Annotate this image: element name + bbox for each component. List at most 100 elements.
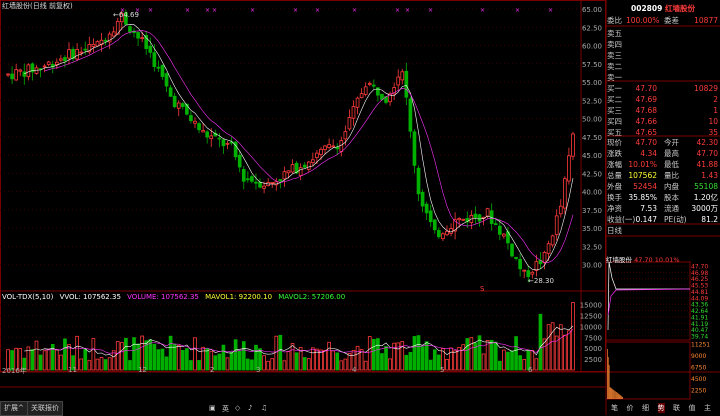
sell-level-row: 卖四: [607, 40, 622, 49]
volume-bar: [282, 360, 287, 371]
volume-bar: [115, 341, 120, 371]
candle: [461, 218, 466, 221]
candle: [546, 240, 551, 261]
volume-bar: [408, 351, 413, 371]
candle: [571, 131, 575, 161]
volume-bar: [193, 337, 197, 371]
volume-bar: [168, 335, 173, 371]
candle: [473, 206, 478, 224]
volume-bar: [241, 341, 246, 371]
candle: [522, 269, 527, 279]
volume-bar: [38, 354, 43, 371]
candle: [258, 178, 262, 189]
candle: [335, 143, 340, 156]
volume-bar: [510, 350, 514, 371]
candle: [274, 177, 279, 191]
signal-marker: ×: [428, 7, 433, 14]
candle: [168, 85, 173, 97]
candle: [233, 141, 238, 161]
candle: [363, 82, 368, 97]
volume-bar: [311, 347, 315, 371]
quote-stat-row: 换手 35.85% 股本 1.20亿: [607, 193, 718, 202]
toolbar-icon[interactable]: ♫: [261, 404, 267, 412]
event-marker: S: [480, 285, 485, 293]
volume-bar: [197, 360, 201, 371]
related-quote-tab[interactable]: 关联报价: [27, 401, 63, 416]
volume-bar: [262, 355, 266, 371]
volume-bar: [571, 302, 575, 371]
candle: [432, 218, 437, 234]
toolbar-icon[interactable]: 英: [222, 404, 229, 414]
candle: [339, 136, 344, 157]
candle: [404, 62, 409, 105]
candle: [67, 42, 71, 65]
signal-marker: ×: [293, 7, 298, 14]
volume-bar: [388, 358, 392, 371]
mini-tab[interactable]: 细: [642, 403, 649, 413]
volume-bar: [250, 359, 254, 371]
volume-axis-label: 5000: [584, 345, 602, 353]
mini-tab[interactable]: 值: [689, 403, 696, 413]
candle: [351, 100, 356, 126]
volume-bar: [237, 350, 242, 371]
volume-bar: [185, 348, 189, 371]
candle: [160, 64, 165, 80]
toolbar-icon[interactable]: ♪: [248, 404, 252, 412]
volume-bar: [306, 358, 311, 371]
volume-bar: [30, 349, 35, 371]
candle: [416, 165, 421, 202]
month-label: 12: [138, 366, 147, 374]
candle: [558, 199, 563, 218]
candle: [144, 31, 149, 55]
expand-tab[interactable]: 扩展^: [0, 401, 28, 416]
candle: [132, 27, 136, 38]
volume-bar: [205, 348, 210, 371]
volume-bar: [563, 334, 567, 371]
volume-bar: [485, 340, 490, 371]
signal-marker: ×: [405, 7, 410, 14]
candle: [449, 223, 453, 237]
candle: [563, 176, 567, 215]
candle: [205, 129, 210, 144]
volume-bar: [481, 353, 486, 371]
mini-tab[interactable]: 主: [704, 403, 711, 413]
candle: [327, 138, 331, 150]
volume-bar: [493, 341, 498, 371]
volume-bar: [103, 359, 108, 371]
candle: [254, 173, 258, 190]
mini-tab[interactable]: 势: [657, 403, 665, 413]
candle: [290, 159, 295, 174]
daily-line-label[interactable]: 日线: [606, 225, 720, 236]
volume-bar: [550, 322, 555, 371]
candlesticks: ←64.69←28.30S× × × × × × × × × × × × × × × ×: [6, 7, 575, 293]
volume-axis-label: 12500: [580, 313, 602, 321]
sell-level-row: 卖一: [607, 73, 622, 82]
volume-bar: [87, 360, 92, 371]
candle: [176, 100, 181, 117]
candle: [266, 178, 270, 187]
candle: [14, 63, 18, 81]
candle: [331, 139, 336, 148]
mini-tab[interactable]: 联: [673, 403, 680, 413]
candle: [286, 170, 291, 179]
price-axis-label: 57.50: [582, 61, 602, 69]
signal-marker: ×: [315, 7, 320, 14]
mini-tab[interactable]: 笔: [611, 403, 618, 413]
volume-bar: [111, 350, 116, 371]
candle: [396, 69, 401, 91]
signal-marker: ×: [185, 7, 190, 14]
candle: [550, 234, 555, 248]
mavol-line-10: [44, 328, 574, 354]
mini-tab[interactable]: 价: [627, 403, 634, 413]
candle: [221, 138, 226, 154]
toolbar-icon[interactable]: ▣: [209, 404, 216, 412]
month-label: 5: [440, 366, 445, 374]
volume-legend: VOL-TDX(5,10) VVOL: 107562.35 VOLUME: 10…: [2, 293, 346, 301]
toolbar-icon[interactable]: ◇: [235, 404, 240, 412]
buy-level-row: 买一 47.70 10829: [607, 84, 718, 93]
volume-bar: [522, 359, 527, 371]
volume-bar: [347, 353, 352, 371]
candle: [323, 145, 327, 154]
month-label: 6: [528, 366, 533, 374]
candle: [95, 40, 100, 47]
